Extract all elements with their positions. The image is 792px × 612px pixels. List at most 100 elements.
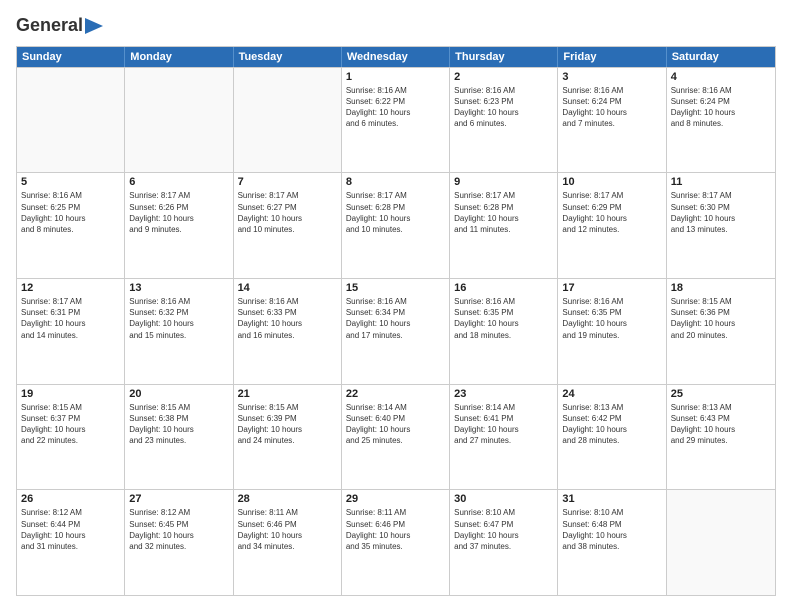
day-number: 16: [454, 282, 553, 294]
calendar-cell: 1 Sunrise: 8:16 AM Sunset: 6:22 PM Daylig…: [342, 68, 450, 173]
calendar-header-thursday: Thursday: [450, 47, 558, 67]
day-number: 1: [346, 71, 445, 83]
cell-info: Sunrise: 8:10 AM Sunset: 6:47 PM Dayligh…: [454, 507, 553, 552]
day-number: 24: [562, 388, 661, 400]
day-number: 27: [129, 493, 228, 505]
cell-info: Sunrise: 8:14 AM Sunset: 6:40 PM Dayligh…: [346, 402, 445, 447]
calendar-week-1: 5 Sunrise: 8:16 AM Sunset: 6:25 PM Daylig…: [17, 172, 775, 278]
calendar-cell: 6Sunrise: 8:17 AM Sunset: 6:26 PM Daylig…: [125, 173, 233, 278]
calendar-header-sunday: Sunday: [17, 47, 125, 67]
header: General: [16, 16, 776, 36]
calendar-week-3: 19 Sunrise: 8:15 AM Sunset: 6:37 PM Dayli…: [17, 384, 775, 490]
calendar-week-4: 26Sunrise: 8:12 AM Sunset: 6:44 PM Dayli…: [17, 489, 775, 595]
day-number: 4: [671, 71, 771, 83]
cell-info: Sunrise: 8:15 AM Sunset: 6:39 PM Dayligh…: [238, 402, 337, 447]
logo-flag-icon: [85, 18, 103, 34]
calendar-cell: 8 Sunrise: 8:17 AM Sunset: 6:28 PM Daylig…: [342, 173, 450, 278]
calendar-header-wednesday: Wednesday: [342, 47, 450, 67]
day-number: 14: [238, 282, 337, 294]
calendar-cell: 27 Sunrise: 8:12 AM Sunset: 6:45 PM Dayli…: [125, 490, 233, 595]
cell-info: Sunrise: 8:17 AM Sunset: 6:28 PM Dayligh…: [454, 190, 553, 235]
day-number: 23: [454, 388, 553, 400]
day-number: 5: [21, 176, 120, 188]
cell-info: Sunrise: 8:13 AM Sunset: 6:43 PM Dayligh…: [671, 402, 771, 447]
cell-info: Sunrise: 8:12 AM Sunset: 6:45 PM Dayligh…: [129, 507, 228, 552]
calendar-cell: 3Sunrise: 8:16 AM Sunset: 6:24 PM Daylig…: [558, 68, 666, 173]
day-number: 21: [238, 388, 337, 400]
calendar-cell: 11 Sunrise: 8:17 AM Sunset: 6:30 PM Dayli…: [667, 173, 775, 278]
calendar-cell: 21 Sunrise: 8:15 AM Sunset: 6:39 PM Dayli…: [234, 385, 342, 490]
calendar-cell: [234, 68, 342, 173]
day-number: 12: [21, 282, 120, 294]
cell-info: Sunrise: 8:16 AM Sunset: 6:23 PM Dayligh…: [454, 85, 553, 130]
day-number: 9: [454, 176, 553, 188]
calendar-week-2: 12 Sunrise: 8:17 AM Sunset: 6:31 PM Dayli…: [17, 278, 775, 384]
calendar-cell: 17Sunrise: 8:16 AM Sunset: 6:35 PM Dayli…: [558, 279, 666, 384]
calendar-cell: 22 Sunrise: 8:14 AM Sunset: 6:40 PM Dayli…: [342, 385, 450, 490]
logo-general: General: [16, 16, 83, 36]
calendar-cell: 19 Sunrise: 8:15 AM Sunset: 6:37 PM Dayli…: [17, 385, 125, 490]
day-number: 17: [562, 282, 661, 294]
day-number: 11: [671, 176, 771, 188]
calendar-cell: [667, 490, 775, 595]
logo: General: [16, 16, 103, 36]
cell-info: Sunrise: 8:10 AM Sunset: 6:48 PM Dayligh…: [562, 507, 661, 552]
calendar-cell: 7Sunrise: 8:17 AM Sunset: 6:27 PM Daylig…: [234, 173, 342, 278]
calendar-header-friday: Friday: [558, 47, 666, 67]
cell-info: Sunrise: 8:16 AM Sunset: 6:22 PM Dayligh…: [346, 85, 445, 130]
cell-info: Sunrise: 8:11 AM Sunset: 6:46 PM Dayligh…: [238, 507, 337, 552]
calendar-header-monday: Monday: [125, 47, 233, 67]
day-number: 13: [129, 282, 228, 294]
day-number: 6: [129, 176, 228, 188]
cell-info: Sunrise: 8:14 AM Sunset: 6:41 PM Dayligh…: [454, 402, 553, 447]
calendar-header-tuesday: Tuesday: [234, 47, 342, 67]
day-number: 29: [346, 493, 445, 505]
cell-info: Sunrise: 8:17 AM Sunset: 6:29 PM Dayligh…: [562, 190, 661, 235]
calendar-cell: 9 Sunrise: 8:17 AM Sunset: 6:28 PM Daylig…: [450, 173, 558, 278]
day-number: 18: [671, 282, 771, 294]
cell-info: Sunrise: 8:16 AM Sunset: 6:33 PM Dayligh…: [238, 296, 337, 341]
calendar-cell: 24 Sunrise: 8:13 AM Sunset: 6:42 PM Dayli…: [558, 385, 666, 490]
cell-info: Sunrise: 8:15 AM Sunset: 6:36 PM Dayligh…: [671, 296, 771, 341]
day-number: 8: [346, 176, 445, 188]
cell-info: Sunrise: 8:15 AM Sunset: 6:38 PM Dayligh…: [129, 402, 228, 447]
calendar-cell: 25 Sunrise: 8:13 AM Sunset: 6:43 PM Dayli…: [667, 385, 775, 490]
calendar-cell: 5 Sunrise: 8:16 AM Sunset: 6:25 PM Daylig…: [17, 173, 125, 278]
day-number: 15: [346, 282, 445, 294]
day-number: 22: [346, 388, 445, 400]
calendar-cell: 20 Sunrise: 8:15 AM Sunset: 6:38 PM Dayli…: [125, 385, 233, 490]
calendar-cell: 15Sunrise: 8:16 AM Sunset: 6:34 PM Dayli…: [342, 279, 450, 384]
day-number: 19: [21, 388, 120, 400]
cell-info: Sunrise: 8:17 AM Sunset: 6:30 PM Dayligh…: [671, 190, 771, 235]
cell-info: Sunrise: 8:16 AM Sunset: 6:24 PM Dayligh…: [671, 85, 771, 130]
day-number: 2: [454, 71, 553, 83]
calendar-cell: 18 Sunrise: 8:15 AM Sunset: 6:36 PM Dayli…: [667, 279, 775, 384]
calendar-cell: [17, 68, 125, 173]
day-number: 25: [671, 388, 771, 400]
cell-info: Sunrise: 8:16 AM Sunset: 6:35 PM Dayligh…: [454, 296, 553, 341]
calendar-cell: 23 Sunrise: 8:14 AM Sunset: 6:41 PM Dayli…: [450, 385, 558, 490]
day-number: 31: [562, 493, 661, 505]
calendar-cell: 26Sunrise: 8:12 AM Sunset: 6:44 PM Dayli…: [17, 490, 125, 595]
cell-info: Sunrise: 8:17 AM Sunset: 6:31 PM Dayligh…: [21, 296, 120, 341]
calendar-cell: 4 Sunrise: 8:16 AM Sunset: 6:24 PM Daylig…: [667, 68, 775, 173]
day-number: 26: [21, 493, 120, 505]
calendar-cell: 30Sunrise: 8:10 AM Sunset: 6:47 PM Dayli…: [450, 490, 558, 595]
calendar: SundayMondayTuesdayWednesdayThursdayFrid…: [16, 46, 776, 596]
day-number: 20: [129, 388, 228, 400]
calendar-week-0: 1 Sunrise: 8:16 AM Sunset: 6:22 PM Daylig…: [17, 67, 775, 173]
cell-info: Sunrise: 8:16 AM Sunset: 6:32 PM Dayligh…: [129, 296, 228, 341]
calendar-cell: 16 Sunrise: 8:16 AM Sunset: 6:35 PM Dayli…: [450, 279, 558, 384]
day-number: 28: [238, 493, 337, 505]
calendar-cell: 31 Sunrise: 8:10 AM Sunset: 6:48 PM Dayli…: [558, 490, 666, 595]
cell-info: Sunrise: 8:15 AM Sunset: 6:37 PM Dayligh…: [21, 402, 120, 447]
calendar-cell: 2 Sunrise: 8:16 AM Sunset: 6:23 PM Daylig…: [450, 68, 558, 173]
calendar-cell: 10 Sunrise: 8:17 AM Sunset: 6:29 PM Dayli…: [558, 173, 666, 278]
day-number: 10: [562, 176, 661, 188]
calendar-header-saturday: Saturday: [667, 47, 775, 67]
cell-info: Sunrise: 8:13 AM Sunset: 6:42 PM Dayligh…: [562, 402, 661, 447]
cell-info: Sunrise: 8:16 AM Sunset: 6:25 PM Dayligh…: [21, 190, 120, 235]
cell-info: Sunrise: 8:17 AM Sunset: 6:27 PM Dayligh…: [238, 190, 337, 235]
calendar-header: SundayMondayTuesdayWednesdayThursdayFrid…: [17, 47, 775, 67]
cell-info: Sunrise: 8:17 AM Sunset: 6:28 PM Dayligh…: [346, 190, 445, 235]
